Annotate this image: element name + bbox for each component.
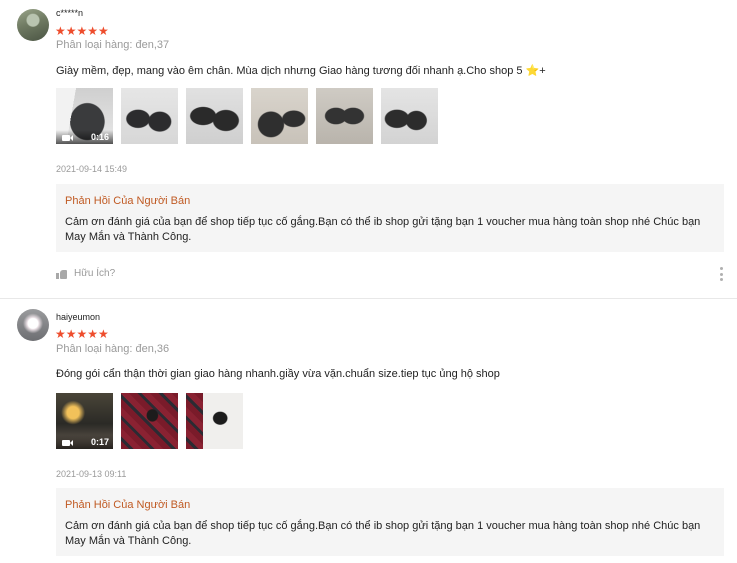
seller-reply-title: Phản Hồi Của Người Bán [65,499,191,511]
review-video-thumbnail[interactable]: 0:16 [56,88,113,144]
review-item: haiyeumon ★★★★★ Phân loại hàng: đen,36 Đ… [0,299,737,563]
helpful-label[interactable]: Hữu Ích? [74,268,115,279]
helpful-button[interactable]: Hữu Ích? [56,268,115,279]
review-image-thumbnail[interactable] [121,88,178,144]
thumbs-up-icon[interactable] [56,269,67,279]
review-image-thumbnail[interactable] [251,88,308,144]
video-duration: 0:16 [90,132,109,142]
review-item: c*****n ★★★★★ Phân loại hàng: đen,37 Già… [0,0,737,298]
review-media: 0:16 [56,88,438,144]
review-timestamp: 2021-09-13 09:11 [56,469,127,479]
video-icon [62,440,73,446]
rating-stars: ★★★★★ [55,24,109,38]
reviewer-username[interactable]: haiyeumon [56,312,100,322]
review-comment: Đóng gói cẩn thận thời gian giao hàng nh… [56,368,500,380]
product-variant: Phân loại hàng: đen,37 [56,39,170,51]
review-image-thumbnail[interactable] [121,393,178,449]
review-image-thumbnail[interactable] [316,88,373,144]
reviewer-username[interactable]: c*****n [56,8,83,18]
seller-reply-text: Cảm ơn đánh giá của bạn để shop tiếp tục… [65,520,701,547]
seller-reply: Phản Hồi Của Người Bán Cảm ơn đánh giá c… [56,184,724,252]
review-comment: Giày mềm, đẹp, mang vào êm chân. Mùa dịc… [56,65,546,77]
seller-reply: Phản Hồi Của Người Bán Cảm ơn đánh giá c… [56,488,724,556]
review-image-thumbnail[interactable] [186,393,243,449]
review-image-thumbnail[interactable] [381,88,438,144]
review-media: 0:17 [56,393,243,449]
video-duration: 0:17 [90,437,109,447]
product-variant: Phân loại hàng: đen,36 [56,343,170,355]
review-timestamp: 2021-09-14 15:49 [56,164,128,174]
avatar[interactable] [17,9,49,41]
review-image-thumbnail[interactable] [186,88,243,144]
avatar[interactable] [17,309,49,341]
video-icon [62,135,73,141]
more-options-icon[interactable] [719,267,723,281]
seller-reply-text: Cảm ơn đánh giá của bạn để shop tiếp tục… [65,216,701,243]
rating-stars: ★★★★★ [55,327,109,341]
seller-reply-title: Phản Hồi Của Người Bán [65,195,191,207]
review-video-thumbnail[interactable]: 0:17 [56,393,113,449]
